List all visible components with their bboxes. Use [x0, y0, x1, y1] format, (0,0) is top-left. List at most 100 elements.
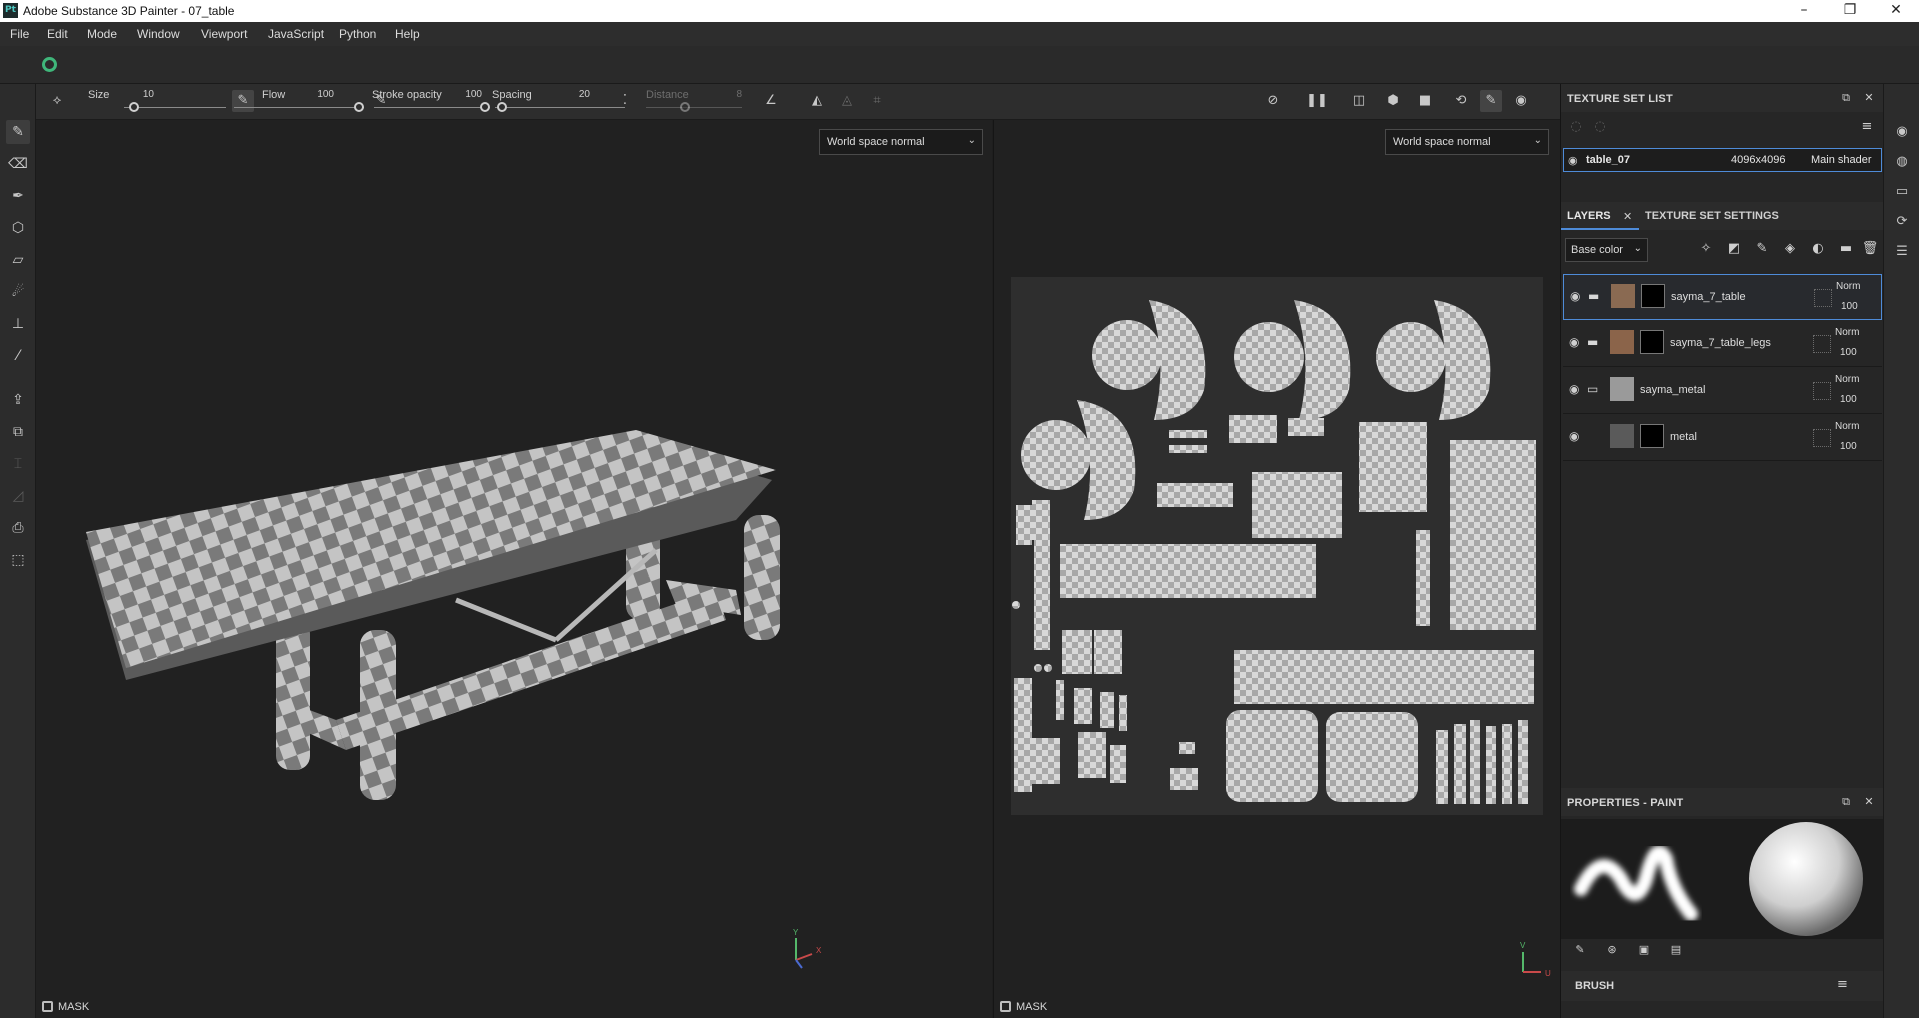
channel-select[interactable]: Base color ⌄ [1565, 238, 1648, 262]
display-settings-icon[interactable]: ⬚ [6, 548, 30, 572]
color-picker-icon[interactable]: ⁄ [6, 344, 30, 368]
layer-mask-thumbnail[interactable] [1640, 424, 1664, 448]
layer-opacity[interactable]: 100 [1840, 441, 1857, 452]
layer-opacity[interactable]: 100 [1841, 301, 1858, 312]
layer-mask-thumbnail[interactable] [1640, 330, 1664, 354]
close-panel-icon[interactable]: ✕ [1861, 90, 1877, 106]
menu-window[interactable]: Window [137, 27, 180, 41]
layer-opacity[interactable]: 100 [1840, 394, 1857, 405]
hide-icon[interactable]: ⊘ [1262, 90, 1284, 112]
projection-icon[interactable]: ✒ [6, 184, 30, 208]
eye-icon[interactable]: ◉ [1569, 335, 1579, 349]
delete-layer-icon[interactable]: 🗑 [1859, 238, 1881, 260]
brush-tool-icon[interactable]: ✎ [1569, 939, 1591, 961]
layer-row[interactable]: ◉ ▬ sayma_7_table Norm 100 [1563, 274, 1882, 320]
viewport-3d[interactable]: World space normal ⌄ Y X MASK [36, 120, 992, 1018]
session-status-icon[interactable] [42, 57, 57, 72]
eye-icon[interactable]: ◉ [1568, 154, 1578, 167]
view-cube-icon[interactable]: ⬢ [1382, 90, 1404, 112]
brush-preset-icon[interactable]: ⟡ [46, 90, 68, 112]
menu-python[interactable]: Python [339, 27, 376, 41]
history-icon[interactable]: ⟳ [1892, 212, 1912, 232]
export-icon[interactable]: ⇪ [6, 388, 30, 412]
tab-texture-set-settings[interactable]: TEXTURE SET SETTINGS [1645, 210, 1779, 222]
stroke-opacity-knob[interactable] [480, 102, 490, 112]
split-view-icon[interactable]: ◫ [1348, 90, 1370, 112]
spacing-value[interactable]: 20 [564, 89, 590, 100]
alpha-icon[interactable]: ▣ [1633, 939, 1655, 961]
sync-icon[interactable]: ⟲ [1450, 90, 1472, 112]
menu-javascript[interactable]: JavaScript [268, 27, 324, 41]
display-settings-icon[interactable]: ◉ [1892, 122, 1912, 142]
texture-set-row[interactable]: ◉ table_07 4096x4096 Main shader [1563, 148, 1882, 172]
stencil-icon[interactable]: ▤ [1665, 939, 1687, 961]
blend-toggle[interactable] [1813, 382, 1831, 400]
mask-checkbox-2d[interactable] [1000, 1001, 1011, 1012]
lazy-mouse-icon[interactable]: ⁚ [614, 90, 636, 112]
minimize-button[interactable]: – [1781, 0, 1827, 22]
screenshot-icon[interactable]: ⎙ [6, 516, 30, 540]
menu-file[interactable]: File [10, 27, 29, 41]
menu-mode[interactable]: Mode [87, 27, 117, 41]
eye-icon[interactable]: ◉ [1570, 289, 1580, 303]
stroke-opacity-value[interactable]: 100 [456, 89, 482, 100]
size-knob[interactable] [128, 102, 139, 112]
mask-checkbox-3d[interactable] [42, 1001, 53, 1012]
camera-icon[interactable]: ■ [1414, 90, 1436, 112]
menu-help[interactable]: Help [395, 27, 420, 41]
texture-set-shader[interactable]: Main shader [1811, 154, 1872, 166]
layer-mask-thumbnail[interactable] [1641, 284, 1665, 308]
add-smart-material-icon[interactable]: ◐ [1807, 238, 1829, 260]
stroke-angle-icon[interactable]: ∠ [760, 90, 782, 112]
spacing-knob[interactable] [497, 102, 508, 112]
maximize-button[interactable]: ❐ [1827, 0, 1873, 22]
close-panel-icon[interactable]: ✕ [1861, 794, 1877, 810]
bake-icon[interactable]: ⧉ [6, 420, 30, 444]
symmetry-icon[interactable]: ◭ [806, 90, 828, 112]
add-effect-icon[interactable]: ✧ [1695, 238, 1717, 260]
section-menu-icon[interactable]: ≡ [1837, 977, 1848, 992]
layer-blend-mode[interactable]: Norm [1835, 327, 1859, 338]
eye-icon[interactable]: ◉ [1569, 429, 1579, 443]
assets-icon[interactable]: ▭ [1892, 182, 1912, 202]
paint-brush-icon[interactable]: ✎ [6, 120, 30, 144]
add-mask-icon[interactable]: ◩ [1723, 238, 1745, 260]
clone-stamp-icon[interactable]: ⊥ [6, 312, 30, 336]
smudge-icon[interactable]: ☄ [6, 280, 30, 304]
float-panel-icon[interactable]: ⧉ [1838, 90, 1854, 106]
add-folder-icon[interactable]: ▬ [1835, 238, 1857, 260]
blend-toggle[interactable] [1813, 429, 1831, 447]
menu-viewport[interactable]: Viewport [201, 27, 247, 41]
flow-knob[interactable] [354, 102, 364, 112]
eraser-icon[interactable]: ⌫ [6, 152, 30, 176]
screenshot-camera-icon[interactable]: ◉ [1510, 90, 1532, 112]
layer-row[interactable]: ◉ ▭ sayma_metal Norm 100 [1563, 368, 1882, 414]
layer-blend-mode[interactable]: Norm [1835, 421, 1859, 432]
layer-row[interactable]: ◉ ▬ sayma_7_table_legs Norm 100 [1563, 321, 1882, 367]
shader-settings-icon[interactable]: ◍ [1892, 152, 1912, 172]
brush-settings-icon[interactable]: ⊛ [1601, 939, 1623, 961]
pause-icon[interactable]: ❚❚ [1306, 90, 1328, 112]
geometry-fill-icon[interactable]: ⬡ [6, 216, 30, 240]
flow-value[interactable]: 100 [308, 89, 334, 100]
flow-slider[interactable] [234, 107, 364, 108]
layer-blend-mode[interactable]: Norm [1836, 281, 1860, 292]
distance-knob[interactable] [680, 102, 691, 112]
tab-layers[interactable]: LAYERS [1567, 210, 1611, 222]
list-menu-icon[interactable]: ≡ [1856, 116, 1878, 138]
close-window-button[interactable]: ✕ [1873, 0, 1919, 22]
spacing-slider[interactable] [495, 107, 625, 108]
add-fill-layer-icon[interactable]: ◈ [1779, 238, 1801, 260]
menu-edit[interactable]: Edit [47, 27, 68, 41]
size-value[interactable]: 10 [128, 89, 154, 100]
blend-toggle[interactable] [1814, 289, 1832, 307]
layer-blend-mode[interactable]: Norm [1835, 374, 1859, 385]
brush-section-header[interactable]: BRUSH ≡ [1561, 971, 1884, 1001]
close-tab-icon[interactable]: ✕ [1623, 210, 1632, 223]
eye-icon[interactable]: ◉ [1569, 382, 1579, 396]
viewport-2d[interactable]: World space normal ⌄ V U MASK [993, 120, 1560, 1018]
log-icon[interactable]: ☰ [1892, 242, 1912, 262]
stroke-opacity-slider[interactable] [374, 107, 490, 108]
paint-mode-icon[interactable]: ✎ [1480, 90, 1502, 112]
size-pressure-icon[interactable]: ✎ [232, 90, 254, 112]
